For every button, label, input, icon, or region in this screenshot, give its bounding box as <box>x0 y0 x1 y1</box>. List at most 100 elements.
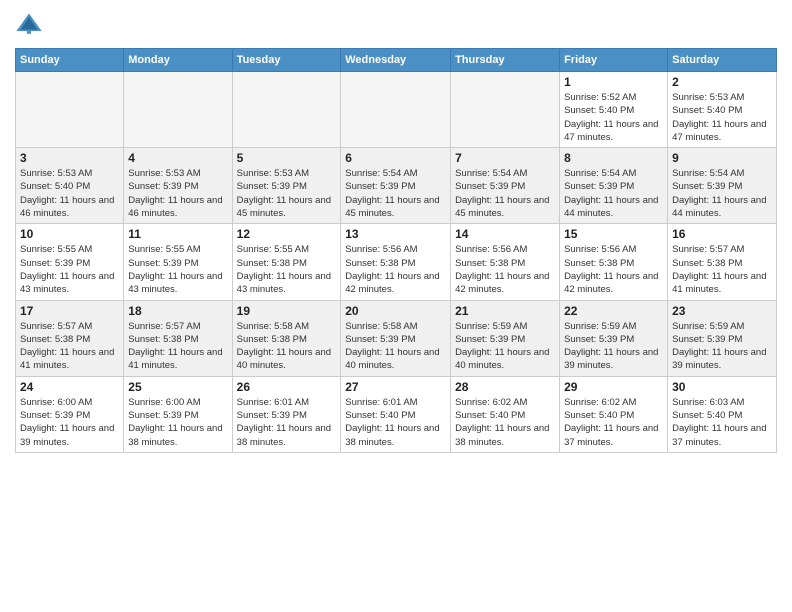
calendar-cell: 10Sunrise: 5:55 AMSunset: 5:39 PMDayligh… <box>16 224 124 300</box>
day-number: 4 <box>128 151 227 165</box>
calendar-cell: 26 Sunrise: 6:01 AMSunset: 5:39 PMDayligh… <box>232 376 341 452</box>
day-info: Sunrise: 5:53 AMSunset: 5:40 PMDaylight:… <box>672 91 772 144</box>
day-info: Sunrise: 6:02 AMSunset: 5:40 PMDaylight:… <box>564 396 663 449</box>
calendar-cell: 19 Sunrise: 5:58 AMSunset: 5:38 PMDayligh… <box>232 300 341 376</box>
day-number: 29 <box>564 380 663 394</box>
day-info: Sunrise: 5:57 AMSunset: 5:38 PMDaylight:… <box>128 320 227 373</box>
calendar-cell: 22 Sunrise: 5:59 AMSunset: 5:39 PMDayligh… <box>560 300 668 376</box>
day-number: 30 <box>672 380 772 394</box>
day-info: Sunrise: 5:56 AMSunset: 5:38 PMDaylight:… <box>455 243 555 296</box>
calendar-cell: 21 Sunrise: 5:59 AMSunset: 5:39 PMDayligh… <box>451 300 560 376</box>
day-info: Sunrise: 5:55 AMSunset: 5:38 PMDaylight:… <box>237 243 337 296</box>
calendar-cell <box>451 72 560 148</box>
day-info: Sunrise: 5:54 AMSunset: 5:39 PMDaylight:… <box>672 167 772 220</box>
day-info: Sunrise: 5:53 AMSunset: 5:39 PMDaylight:… <box>237 167 337 220</box>
day-info: Sunrise: 5:56 AMSunset: 5:38 PMDaylight:… <box>345 243 446 296</box>
day-info: Sunrise: 5:54 AMSunset: 5:39 PMDaylight:… <box>455 167 555 220</box>
day-info: Sunrise: 5:55 AMSunset: 5:39 PMDaylight:… <box>20 243 119 296</box>
day-number: 9 <box>672 151 772 165</box>
day-info: Sunrise: 6:02 AMSunset: 5:40 PMDaylight:… <box>455 396 555 449</box>
calendar-cell <box>124 72 232 148</box>
day-number: 15 <box>564 227 663 241</box>
calendar-cell: 17 Sunrise: 5:57 AMSunset: 5:38 PMDayligh… <box>16 300 124 376</box>
day-number: 12 <box>237 227 337 241</box>
calendar-cell: 14 Sunrise: 5:56 AMSunset: 5:38 PMDayligh… <box>451 224 560 300</box>
calendar-cell: 30 Sunrise: 6:03 AMSunset: 5:40 PMDayligh… <box>668 376 777 452</box>
calendar-cell <box>16 72 124 148</box>
weekday-header-wednesday: Wednesday <box>341 49 451 72</box>
day-number: 21 <box>455 304 555 318</box>
logo-icon <box>15 10 43 38</box>
calendar-cell <box>341 72 451 148</box>
day-info: Sunrise: 5:55 AMSunset: 5:39 PMDaylight:… <box>128 243 227 296</box>
calendar-cell: 6Sunrise: 5:54 AMSunset: 5:39 PMDaylight… <box>341 148 451 224</box>
day-info: Sunrise: 6:03 AMSunset: 5:40 PMDaylight:… <box>672 396 772 449</box>
day-number: 5 <box>237 151 337 165</box>
day-number: 14 <box>455 227 555 241</box>
calendar-cell: 24 Sunrise: 6:00 AMSunset: 5:39 PMDayligh… <box>16 376 124 452</box>
calendar-cell: 11 Sunrise: 5:55 AMSunset: 5:39 PMDayligh… <box>124 224 232 300</box>
weekday-header-tuesday: Tuesday <box>232 49 341 72</box>
day-info: Sunrise: 5:59 AMSunset: 5:39 PMDaylight:… <box>455 320 555 373</box>
day-number: 8 <box>564 151 663 165</box>
calendar-cell: 15Sunrise: 5:56 AMSunset: 5:38 PMDayligh… <box>560 224 668 300</box>
calendar-cell: 23 Sunrise: 5:59 AMSunset: 5:39 PMDayligh… <box>668 300 777 376</box>
day-number: 6 <box>345 151 446 165</box>
calendar-cell: 25Sunrise: 6:00 AMSunset: 5:39 PMDayligh… <box>124 376 232 452</box>
calendar-cell: 20 Sunrise: 5:58 AMSunset: 5:39 PMDayligh… <box>341 300 451 376</box>
calendar-cell: 5 Sunrise: 5:53 AMSunset: 5:39 PMDaylight… <box>232 148 341 224</box>
day-number: 11 <box>128 227 227 241</box>
weekday-header-thursday: Thursday <box>451 49 560 72</box>
day-number: 17 <box>20 304 119 318</box>
week-row-2: 3 Sunrise: 5:53 AMSunset: 5:40 PMDaylight… <box>16 148 777 224</box>
day-info: Sunrise: 6:01 AMSunset: 5:39 PMDaylight:… <box>237 396 337 449</box>
day-info: Sunrise: 5:59 AMSunset: 5:39 PMDaylight:… <box>564 320 663 373</box>
logo <box>15 10 47 38</box>
weekday-header-saturday: Saturday <box>668 49 777 72</box>
day-number: 3 <box>20 151 119 165</box>
calendar-cell: 9 Sunrise: 5:54 AMSunset: 5:39 PMDaylight… <box>668 148 777 224</box>
day-info: Sunrise: 6:00 AMSunset: 5:39 PMDaylight:… <box>20 396 119 449</box>
header <box>15 10 777 38</box>
day-number: 24 <box>20 380 119 394</box>
calendar-cell: 18 Sunrise: 5:57 AMSunset: 5:38 PMDayligh… <box>124 300 232 376</box>
day-number: 22 <box>564 304 663 318</box>
calendar-cell: 3 Sunrise: 5:53 AMSunset: 5:40 PMDaylight… <box>16 148 124 224</box>
calendar-cell: 8 Sunrise: 5:54 AMSunset: 5:39 PMDaylight… <box>560 148 668 224</box>
day-info: Sunrise: 5:58 AMSunset: 5:39 PMDaylight:… <box>345 320 446 373</box>
page: SundayMondayTuesdayWednesdayThursdayFrid… <box>0 0 792 612</box>
calendar-cell: 29 Sunrise: 6:02 AMSunset: 5:40 PMDayligh… <box>560 376 668 452</box>
weekday-header-sunday: Sunday <box>16 49 124 72</box>
day-number: 13 <box>345 227 446 241</box>
weekday-header-friday: Friday <box>560 49 668 72</box>
week-row-4: 17 Sunrise: 5:57 AMSunset: 5:38 PMDayligh… <box>16 300 777 376</box>
calendar-cell: 1Sunrise: 5:52 AMSunset: 5:40 PMDaylight… <box>560 72 668 148</box>
calendar-cell: 7 Sunrise: 5:54 AMSunset: 5:39 PMDaylight… <box>451 148 560 224</box>
day-number: 19 <box>237 304 337 318</box>
day-number: 7 <box>455 151 555 165</box>
day-number: 23 <box>672 304 772 318</box>
calendar: SundayMondayTuesdayWednesdayThursdayFrid… <box>15 48 777 453</box>
calendar-cell: 27Sunrise: 6:01 AMSunset: 5:40 PMDayligh… <box>341 376 451 452</box>
calendar-cell: 28Sunrise: 6:02 AMSunset: 5:40 PMDayligh… <box>451 376 560 452</box>
weekday-header-row: SundayMondayTuesdayWednesdayThursdayFrid… <box>16 49 777 72</box>
calendar-cell: 2 Sunrise: 5:53 AMSunset: 5:40 PMDaylight… <box>668 72 777 148</box>
day-info: Sunrise: 5:54 AMSunset: 5:39 PMDaylight:… <box>564 167 663 220</box>
day-info: Sunrise: 6:00 AMSunset: 5:39 PMDaylight:… <box>128 396 227 449</box>
day-number: 26 <box>237 380 337 394</box>
day-info: Sunrise: 5:53 AMSunset: 5:40 PMDaylight:… <box>20 167 119 220</box>
calendar-cell: 16 Sunrise: 5:57 AMSunset: 5:38 PMDayligh… <box>668 224 777 300</box>
day-info: Sunrise: 5:53 AMSunset: 5:39 PMDaylight:… <box>128 167 227 220</box>
day-number: 18 <box>128 304 227 318</box>
calendar-cell: 12 Sunrise: 5:55 AMSunset: 5:38 PMDayligh… <box>232 224 341 300</box>
calendar-cell <box>232 72 341 148</box>
day-number: 2 <box>672 75 772 89</box>
day-info: Sunrise: 5:52 AMSunset: 5:40 PMDaylight:… <box>564 91 663 144</box>
day-info: Sunrise: 5:57 AMSunset: 5:38 PMDaylight:… <box>20 320 119 373</box>
day-info: Sunrise: 5:57 AMSunset: 5:38 PMDaylight:… <box>672 243 772 296</box>
day-info: Sunrise: 5:59 AMSunset: 5:39 PMDaylight:… <box>672 320 772 373</box>
day-info: Sunrise: 6:01 AMSunset: 5:40 PMDaylight:… <box>345 396 446 449</box>
day-number: 16 <box>672 227 772 241</box>
day-number: 20 <box>345 304 446 318</box>
day-info: Sunrise: 5:58 AMSunset: 5:38 PMDaylight:… <box>237 320 337 373</box>
